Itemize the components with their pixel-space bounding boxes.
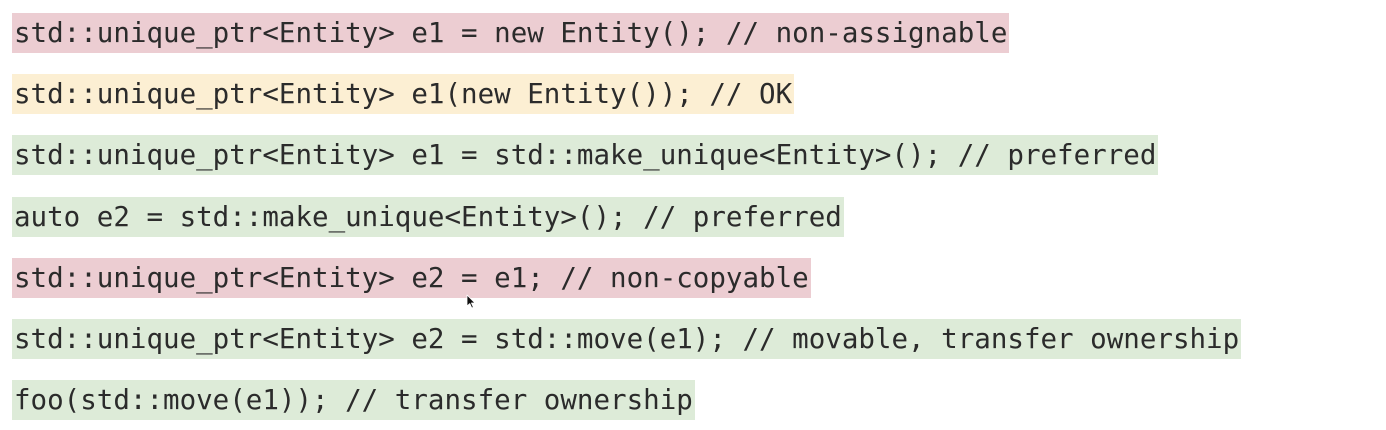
code-examples: std::unique_ptr<Entity> e1 = new Entity(… bbox=[0, 0, 1386, 430]
code-line-unique-ptr-new-assign: std::unique_ptr<Entity> e1 = new Entity(… bbox=[12, 13, 1010, 53]
mouse-pointer-icon bbox=[466, 294, 476, 309]
code-line-make-unique-explicit: std::unique_ptr<Entity> e1 = std::make_u… bbox=[12, 135, 1159, 175]
code-line-move-assign: std::unique_ptr<Entity> e2 = std::move(e… bbox=[12, 319, 1242, 359]
code-line-unique-ptr-constructor: std::unique_ptr<Entity> e1(new Entity())… bbox=[12, 74, 795, 114]
code-line-make-unique-auto: auto e2 = std::make_unique<Entity>(); //… bbox=[12, 197, 844, 237]
code-line-copy-attempt: std::unique_ptr<Entity> e2 = e1; // non-… bbox=[12, 258, 811, 298]
code-line-move-to-function: foo(std::move(e1)); // transfer ownershi… bbox=[12, 380, 695, 420]
